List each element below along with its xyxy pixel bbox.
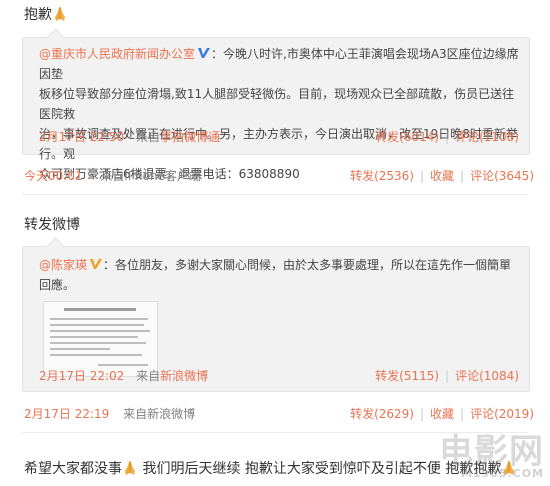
repost-meta-1: 2月17日 22:50 来自享拍微博通 xyxy=(39,130,221,144)
divider xyxy=(22,194,528,195)
forward-button[interactable]: 转发(2536) xyxy=(350,169,414,183)
repost-source-link[interactable]: 享拍微博通 xyxy=(160,130,220,144)
letter-image-thumbnail-icon[interactable] xyxy=(43,301,158,377)
verified-v-icon xyxy=(90,259,103,269)
repost-forward-button[interactable]: 转发(5115) xyxy=(375,369,439,383)
verified-v-icon xyxy=(198,48,211,58)
praying-hands-icon xyxy=(55,7,65,21)
repost-comment-button[interactable]: 评论(1108) xyxy=(455,130,519,144)
post-2-text: 转发微博 xyxy=(24,217,80,233)
collect-button[interactable]: 收藏 xyxy=(430,407,454,421)
repost-box-1: @重庆市人民政府新闻办公室 ：今晚八时许,市奥体中心王菲演唱会现场A3区座位边缘席… xyxy=(22,28,530,181)
post-time-link[interactable]: 今天00:01 xyxy=(24,169,83,183)
repost-source-link[interactable]: 新浪微博 xyxy=(160,369,208,383)
post-2-actions: 转发(2629) | 收藏 | 评论(2019) xyxy=(350,407,534,421)
repost-actions-1: 转发(6014) | 评论(1108) xyxy=(375,130,519,144)
repost-time-link[interactable]: 2月17日 22:02 xyxy=(39,369,124,383)
post-1-text: 抱歉 xyxy=(24,4,68,24)
post-source: 来自iPhone客户端 xyxy=(100,169,201,183)
post-time-link[interactable]: 2月17日 22:19 xyxy=(24,407,109,421)
repost-box-2: @陈家瑛 ：各位朋友，多谢大家關心問候，由於太多事要處理，所以在這先作一個簡單回應… xyxy=(22,237,530,392)
collect-button[interactable]: 收藏 xyxy=(430,169,454,183)
comment-button[interactable]: 评论(3645) xyxy=(470,169,534,183)
comment-button[interactable]: 评论(2019) xyxy=(470,407,534,421)
repost-actions-2: 转发(5115) | 评论(1084) xyxy=(375,369,519,383)
repost-content-1: @重庆市人民政府新闻办公室 ：今晚八时许,市奥体中心王菲演唱会现场A3区座位边缘席… xyxy=(39,47,519,181)
repost-author-link[interactable]: @陈家瑛 xyxy=(39,258,87,272)
repost-forward-button[interactable]: 转发(6014) xyxy=(375,130,439,144)
repost-content-2: @陈家瑛 ：各位朋友，多谢大家關心問候，由於太多事要處理，所以在這先作一個簡單回應… xyxy=(39,258,512,292)
post-1-actions: 转发(2536) | 收藏 | 评论(3645) xyxy=(350,169,534,183)
post-1-meta: 今天00:01 来自iPhone客户端 xyxy=(24,167,201,184)
repost-comment-button[interactable]: 评论(1084) xyxy=(455,369,519,383)
repost-author-link[interactable]: @重庆市人民政府新闻办公室 xyxy=(39,47,195,61)
site-watermark-logo: 电影网 M1905.COM xyxy=(439,432,544,480)
repost-time-link[interactable]: 2月17日 22:50 xyxy=(39,130,124,144)
post-source: 来自新浪微博 xyxy=(123,407,196,421)
post-2-meta: 2月17日 22:19 来自新浪微博 xyxy=(24,405,195,422)
forward-button[interactable]: 转发(2629) xyxy=(350,407,414,421)
praying-hands-icon xyxy=(125,461,135,475)
repost-meta-2: 2月17日 22:02 来自新浪微博 xyxy=(39,369,209,383)
